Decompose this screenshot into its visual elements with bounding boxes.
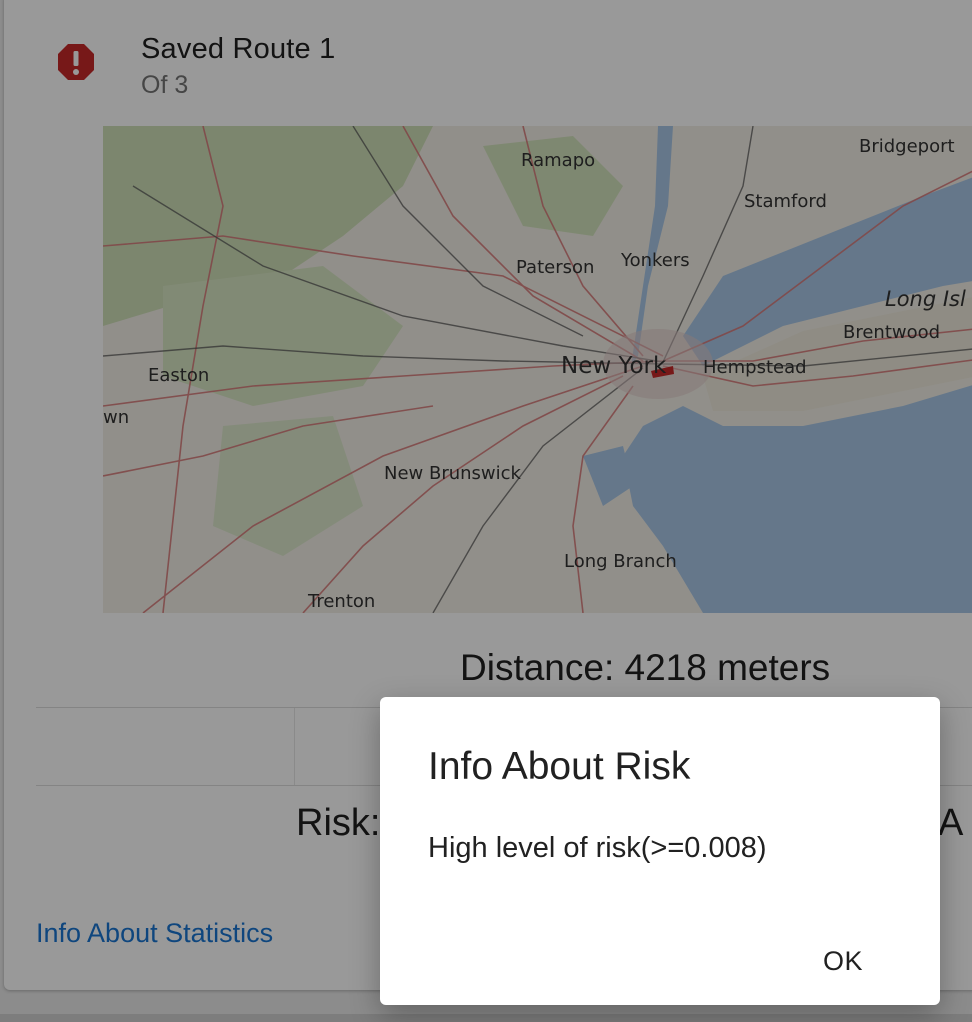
- dialog-title: Info About Risk: [428, 745, 691, 788]
- risk-info-dialog: Info About Risk High level of risk(>=0.0…: [380, 697, 940, 1005]
- dialog-body: High level of risk(>=0.008): [428, 832, 767, 864]
- ok-button[interactable]: OK: [798, 933, 888, 989]
